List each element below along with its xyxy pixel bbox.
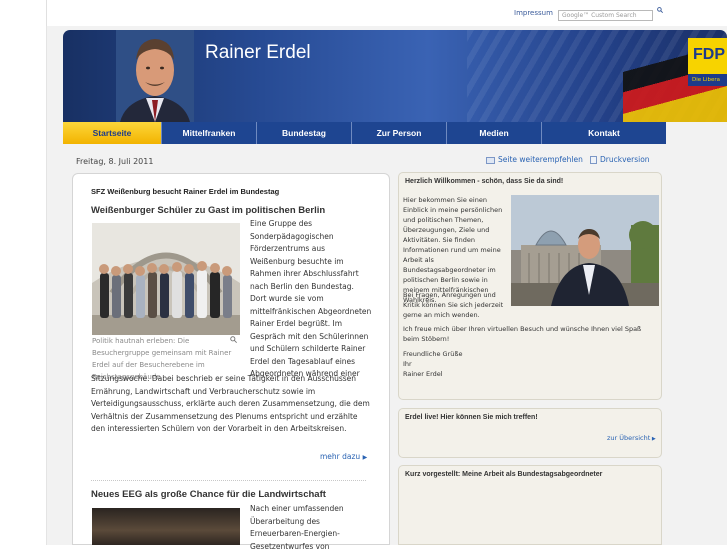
article-title[interactable]: Weißenburger Schüler zu Gast im politisc… [91, 205, 325, 216]
overview-label: zur Übersicht [607, 434, 651, 442]
print-icon [590, 156, 597, 164]
read-more-link[interactable]: mehr dazu ▶ [320, 452, 367, 461]
fdp-logo[interactable]: FDP Die Libera [688, 38, 727, 86]
nav-item-mittelfranken[interactable]: Mittelfranken [162, 122, 257, 144]
article-body-full: Sitzungswoche. Dabei beschrieb er seine … [91, 374, 370, 433]
group-photo[interactable] [92, 223, 240, 335]
site-title: Rainer Erdel [205, 42, 311, 63]
search-input[interactable]: Google™ Custom Search [558, 10, 653, 21]
header-banner: Rainer Erdel [63, 30, 727, 122]
current-date: Freitag, 8. Juli 2011 [76, 157, 154, 166]
arrow-right-icon: ▶ [362, 454, 368, 461]
arrow-right-icon: ▶ [650, 436, 656, 442]
nav-item-startseite[interactable]: Startseite [63, 122, 162, 144]
article-separator [91, 480, 366, 481]
print-version-link[interactable]: Druckversion [590, 155, 650, 164]
fdp-logo-subtitle: Die Libera [688, 74, 727, 86]
news-box-heading: SFZ Weißenburg besucht Rainer Erdel im B… [91, 187, 280, 196]
welcome-feedback: Bei Fragen, Anregungen und Kritik können… [403, 291, 504, 319]
article-2-photo[interactable] [92, 508, 240, 545]
reichstag-portrait-photo[interactable] [511, 195, 659, 306]
welcome-greeting: Freundliche Grüße [403, 350, 463, 358]
portrait-image [116, 30, 194, 122]
erdel-live-heading[interactable]: Erdel live! Hier können Sie mich treffen… [405, 414, 538, 421]
search-icon[interactable] [657, 7, 663, 13]
article-title-2[interactable]: Neues EEG als große Chance für die Landw… [91, 489, 326, 500]
nav-item-zur-person[interactable]: Zur Person [352, 122, 447, 144]
welcome-closing: Ich freue mich über Ihren virtuellen Bes… [403, 325, 642, 343]
main-navigation: Startseite Mittelfranken Bundestag Zur P… [63, 122, 666, 144]
nav-item-kontakt[interactable]: Kontakt [542, 122, 666, 144]
envelope-icon [486, 156, 495, 164]
overview-link[interactable]: zur Übersicht ▶ [607, 434, 656, 442]
welcome-intro: Hier bekommen Sie einen Einblick in mein… [403, 196, 503, 304]
impressum-link[interactable]: Impressum [514, 9, 553, 17]
work-intro-heading[interactable]: Kurz vorgestellt: Meine Arbeit als Bunde… [405, 471, 602, 478]
welcome-ihr: Ihr [403, 360, 412, 368]
recommend-label: Seite weiterempfehlen [498, 155, 583, 164]
zoom-icon[interactable] [230, 336, 237, 343]
welcome-signature: Rainer Erdel [403, 370, 443, 378]
recommend-page-link[interactable]: Seite weiterempfehlen [486, 155, 583, 164]
read-more-label: mehr dazu [320, 452, 361, 461]
article-2-body: Nach einer umfassenden Überarbeitung des… [250, 504, 344, 551]
article-body-column: Eine Gruppe des Sonderpädagogischen Förd… [250, 219, 372, 378]
nav-item-bundestag[interactable]: Bundestag [257, 122, 352, 144]
welcome-heading: Herzlich Willkommen - schön, dass Sie da… [405, 178, 564, 185]
fdp-logo-text: FDP [693, 46, 725, 63]
nav-item-medien[interactable]: Medien [447, 122, 542, 144]
print-label: Druckversion [600, 155, 650, 164]
